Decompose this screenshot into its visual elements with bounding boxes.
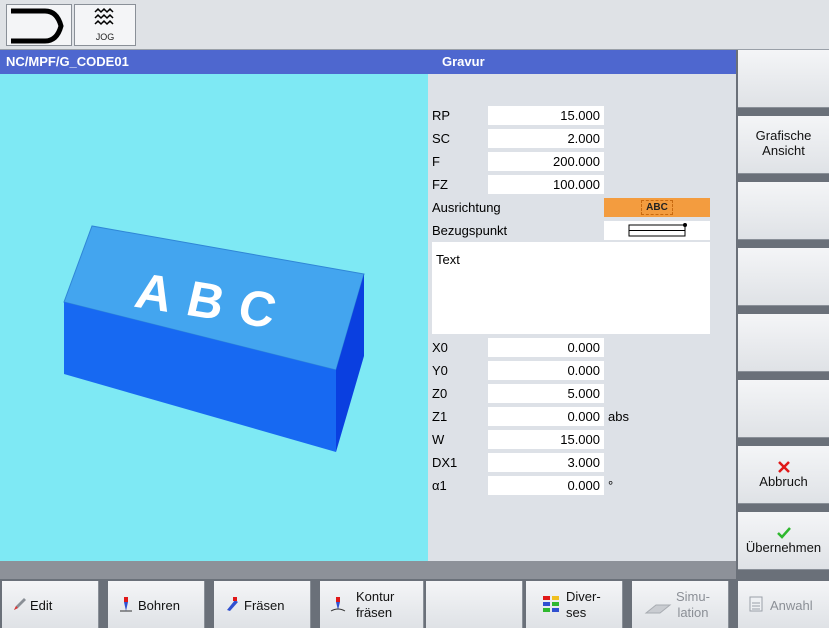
param-label: Bezugspunkt: [432, 223, 508, 238]
param-input-fz[interactable]: 100.000: [488, 175, 604, 194]
hsk-empty[interactable]: [426, 581, 523, 628]
uebernehmen-button[interactable]: Übernehmen: [738, 512, 829, 570]
help-graphic: ABC: [0, 74, 428, 561]
param-label: Z1: [432, 409, 448, 424]
param-input-f[interactable]: 200.000: [488, 152, 604, 171]
cancel-x-icon: [777, 461, 790, 473]
status-bar: [0, 561, 736, 579]
program-path-title: NC/MPF/G_CODE01: [0, 50, 428, 74]
simulation-icon: [644, 604, 672, 614]
param-input-rp[interactable]: 15.000: [488, 106, 604, 125]
engraving-block-graphic: ABC: [63, 225, 365, 452]
anwahl-button[interactable]: Anwahl: [738, 581, 829, 628]
text-field-label: Text: [436, 252, 460, 267]
param-input-w[interactable]: 15.000: [488, 430, 604, 449]
reference-point-icon: [628, 223, 687, 237]
param-label: F: [432, 154, 440, 169]
diverses-label-line2: ses: [566, 605, 587, 620]
param-label: X0: [432, 340, 448, 355]
simulation-label-line2: lation: [677, 605, 709, 620]
param-unit-alpha1: °: [608, 478, 614, 493]
param-input-sc[interactable]: 2.000: [488, 129, 604, 148]
reference-point-select[interactable]: [604, 221, 710, 240]
accept-check-icon: [776, 527, 791, 539]
param-input-z1[interactable]: 0.000: [488, 407, 604, 426]
horizontal-softkey-bar: Edit Bohren Fräsen Kontur fräsen Diver- …: [0, 579, 829, 628]
param-input-x0[interactable]: 0.000: [488, 338, 604, 357]
uebernehmen-label: Übernehmen: [745, 540, 822, 555]
jog-mode-button[interactable]: JOG: [74, 4, 136, 46]
vsk-3-empty[interactable]: [738, 182, 829, 240]
alignment-value: ABC: [641, 200, 673, 215]
jog-label: JOG: [95, 32, 115, 42]
alignment-select[interactable]: ABC: [604, 198, 710, 217]
simulation-button[interactable]: Simu- lation: [632, 581, 729, 628]
kontur-label-line2: fräsen: [356, 605, 393, 620]
contour-milling-icon: [330, 597, 346, 612]
machine-mode-button[interactable]: [6, 4, 72, 46]
bohren-button[interactable]: Bohren: [108, 581, 205, 628]
vertical-softkey-bar: Grafische Ansicht Abbruch Übernehmen: [736, 50, 829, 579]
edit-button[interactable]: Edit: [2, 581, 99, 628]
param-input-z0[interactable]: 5.000: [488, 384, 604, 403]
vsk-1-empty[interactable]: [738, 50, 829, 108]
pencil-icon: [14, 598, 26, 610]
kontur-label: Kontur fräsen: [356, 589, 394, 621]
bohren-label: Bohren: [138, 598, 180, 613]
abbruch-button[interactable]: Abbruch: [738, 446, 829, 504]
grafische-ansicht-button[interactable]: Grafische Ansicht: [738, 116, 829, 174]
param-input-dx1[interactable]: 3.000: [488, 453, 604, 472]
simulation-label: Simu- lation: [676, 589, 710, 621]
drill-icon: [120, 597, 132, 612]
parameter-form: RP 15.000 SC 2.000 F 200.000 FZ 100.000 …: [428, 74, 736, 561]
param-label: Z0: [432, 386, 448, 401]
jog-wave-icon: [94, 7, 114, 26]
diverses-label: Diver- ses: [566, 589, 601, 621]
vsk-6-empty[interactable]: [738, 380, 829, 438]
param-label: Y0: [432, 363, 448, 378]
param-label: W: [432, 432, 445, 447]
grafische-label-line2: Ansicht: [762, 143, 805, 158]
param-label: Ausrichtung: [432, 200, 501, 215]
milling-icon: [227, 597, 238, 611]
sinumerik-screen: JOG NC/MPF/G_CODE01 Gravur ABC RP 15.000…: [0, 0, 829, 628]
param-label: FZ: [432, 177, 448, 192]
engraving-text-field[interactable]: Text: [432, 242, 710, 334]
top-bar: JOG: [0, 0, 829, 50]
machine-area-icon: [11, 8, 64, 44]
param-input-y0[interactable]: 0.000: [488, 361, 604, 380]
cycle-title: Gravur: [428, 50, 736, 74]
fraesen-button[interactable]: Fräsen: [214, 581, 311, 628]
diverses-button[interactable]: Diver- ses: [526, 581, 623, 628]
kontur-fraesen-button[interactable]: Kontur fräsen: [320, 581, 424, 628]
nc-file-icon: [749, 596, 763, 612]
grafische-label-line1: Grafische: [755, 128, 812, 143]
diverses-icon: [543, 596, 559, 612]
abbruch-label: Abbruch: [759, 474, 808, 489]
diverses-label-line1: Diver-: [566, 589, 601, 604]
anwahl-label: Anwahl: [770, 598, 813, 613]
param-label: α1: [432, 478, 447, 493]
kontur-label-line1: Kontur: [356, 589, 395, 604]
fraesen-label: Fräsen: [244, 598, 285, 613]
simulation-label-line1: Simu-: [676, 589, 710, 604]
param-label: DX1: [432, 455, 458, 470]
vsk-5-empty[interactable]: [738, 314, 829, 372]
param-label: RP: [432, 108, 451, 123]
param-unit-z1[interactable]: abs: [608, 409, 629, 424]
param-label: SC: [432, 131, 451, 146]
edit-label: Edit: [30, 598, 53, 613]
param-input-alpha1[interactable]: 0.000: [488, 476, 604, 495]
vsk-4-empty[interactable]: [738, 248, 829, 306]
